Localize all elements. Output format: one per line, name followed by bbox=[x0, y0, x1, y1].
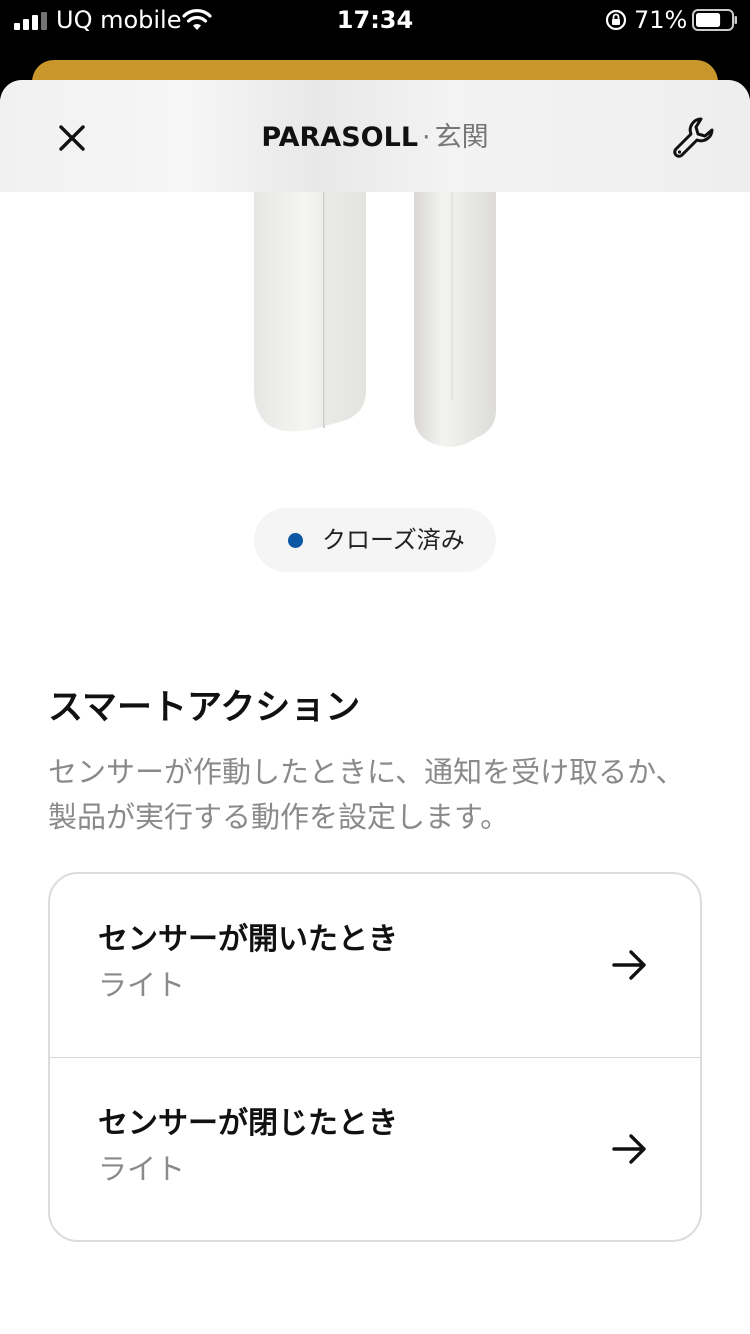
battery-percent: 71% bbox=[634, 6, 688, 34]
sheet-header: PARASOLL · 玄関 bbox=[0, 80, 750, 192]
action-row-closed[interactable]: センサーが閉じたとき ライト bbox=[50, 1057, 700, 1240]
status-dot bbox=[288, 533, 303, 548]
wrench-icon[interactable] bbox=[670, 114, 718, 162]
action-title: センサーが開いたとき bbox=[98, 922, 398, 957]
product-name: PARASOLL bbox=[261, 122, 419, 153]
device-sheet: PARASOLL · 玄関 クローズ済み スマートアクション センサーが作動したとき… bbox=[0, 80, 750, 1334]
smart-actions-list: センサーが開いたとき ライト センサーが閉じたとき ライト bbox=[48, 872, 702, 1242]
product-image bbox=[254, 160, 496, 447]
section-title: スマートアクション bbox=[48, 688, 361, 728]
action-row-opened[interactable]: センサーが開いたとき ライト bbox=[50, 874, 700, 1057]
arrow-right-icon bbox=[612, 950, 646, 980]
battery-icon bbox=[692, 9, 737, 31]
title-separator: · bbox=[422, 122, 431, 153]
status-bar: UQ mobile 17:34 71% bbox=[0, 0, 750, 40]
section-description: センサーが作動したときに、通知を受け取るか、製品が実行する動作を設定します。 bbox=[48, 755, 685, 834]
action-subtitle: ライト bbox=[98, 968, 186, 1002]
action-subtitle: ライト bbox=[98, 1152, 186, 1186]
status-badge: クローズ済み bbox=[254, 508, 496, 572]
status-label: クローズ済み bbox=[322, 526, 465, 554]
room-name: 玄関 bbox=[434, 122, 489, 153]
page-title: PARASOLL · 玄関 bbox=[0, 118, 750, 158]
orientation-lock-icon bbox=[605, 9, 627, 31]
action-title: センサーが閉じたとき bbox=[98, 1106, 398, 1141]
arrow-right-icon bbox=[612, 1134, 646, 1164]
